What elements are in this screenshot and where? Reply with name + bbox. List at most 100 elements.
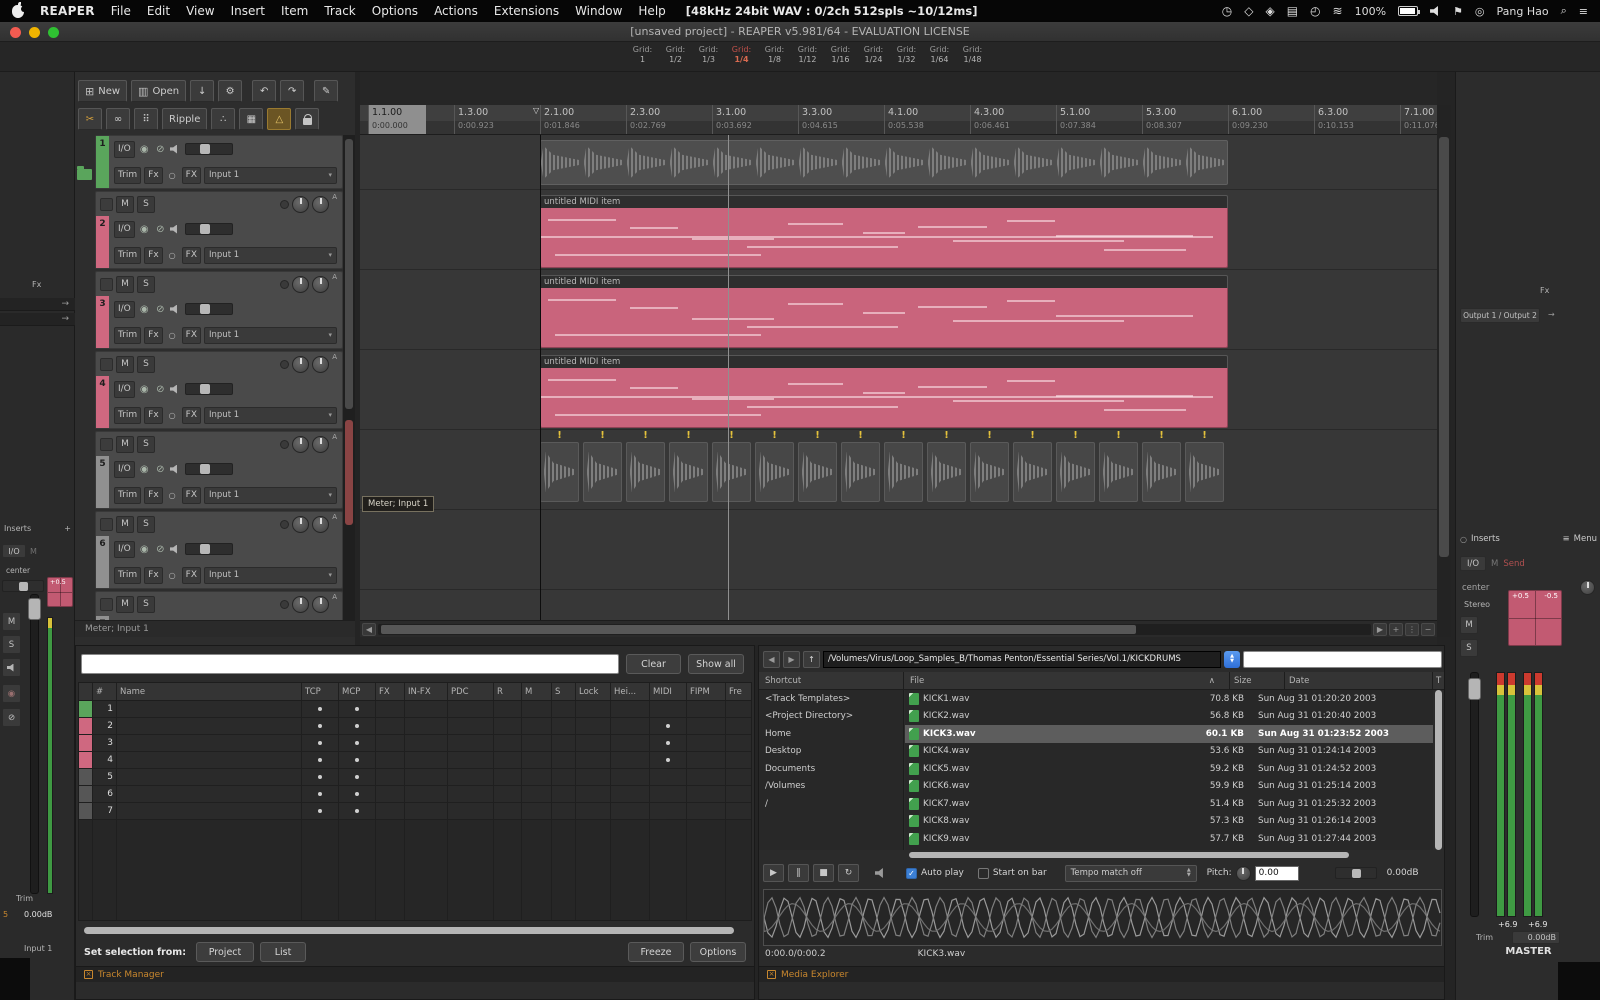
file-row-kick3-wav[interactable]: KICK3.wav60.1 KBSun Aug 31 01:23:52 2003: [905, 725, 1433, 743]
tempo-match-select[interactable]: Tempo match off ▲▼: [1065, 865, 1197, 882]
lock-button[interactable]: [295, 108, 319, 130]
pan-knob[interactable]: [292, 356, 309, 373]
close-tab-icon[interactable]: ×: [84, 970, 93, 979]
track-manager-row-3[interactable]: 3: [79, 735, 751, 752]
midi-item[interactable]: untitled MIDI item: [540, 275, 1228, 348]
menu-actions[interactable]: Actions: [434, 4, 478, 18]
file-row-kick7-wav[interactable]: KICK7.wav51.4 KBSun Aug 31 01:25:32 2003: [905, 795, 1433, 813]
fx-chain-button[interactable]: FX: [182, 247, 201, 264]
track-folder-button[interactable]: [100, 438, 113, 451]
preview-stop-button[interactable]: ■: [813, 864, 834, 882]
track-table-hscrollbar[interactable]: [84, 927, 734, 934]
control-center-icon[interactable]: ≡: [1579, 5, 1588, 18]
ruler-mark-4.1.00[interactable]: 4.1.000:05.538: [884, 105, 924, 135]
keyboard-flag-icon[interactable]: ⚑: [1453, 5, 1463, 18]
grid-option-1-48[interactable]: Grid:1/48: [960, 45, 985, 64]
file-row-kick4-wav[interactable]: KICK4.wav53.6 KBSun Aug 31 01:24:14 2003: [905, 743, 1433, 761]
fx-button[interactable]: Fx: [144, 487, 163, 504]
leftstrip-input-label[interactable]: Input 1: [24, 944, 52, 953]
kick-audio-item[interactable]: !: [798, 430, 837, 506]
input-selector[interactable]: Input 1▾: [204, 247, 337, 264]
start-on-bar-checkbox[interactable]: [978, 868, 989, 879]
monitor-icon[interactable]: ⊘: [154, 464, 167, 475]
width-knob[interactable]: [312, 596, 329, 613]
kick-audio-item[interactable]: !: [669, 430, 708, 506]
preview-loop-button[interactable]: ↻: [838, 864, 859, 882]
track-folder-button[interactable]: [100, 358, 113, 371]
file-row-kick6-wav[interactable]: KICK6.wav59.9 KBSun Aug 31 01:25:14 2003: [905, 778, 1433, 796]
shortcut-item[interactable]: Home: [759, 725, 903, 743]
master-solo-button[interactable]: S: [1460, 639, 1478, 657]
kick-audio-item[interactable]: !: [626, 430, 665, 506]
tag-icon[interactable]: ◈: [1265, 4, 1274, 18]
vscroll-thumb[interactable]: [1439, 137, 1449, 557]
zoom-window-button[interactable]: [48, 27, 59, 38]
record-arm-icon[interactable]: ◉: [138, 384, 151, 395]
ruler-mark-6.3.00[interactable]: 6.3.000:10.153: [1314, 105, 1354, 135]
file-column-header[interactable]: File∧: [904, 676, 1229, 686]
tcp-track-3[interactable]: 3MSAI/O◉⊘TrimFx○FXInput 1▾: [95, 271, 343, 349]
master-trim-value[interactable]: 0.00dB: [1512, 931, 1560, 944]
master-mute-button[interactable]: M: [1460, 616, 1478, 634]
leftstrip-inserts-label[interactable]: Inserts: [4, 524, 31, 533]
master-pan-knob[interactable]: [1580, 580, 1595, 595]
fx-button[interactable]: Fx: [144, 247, 163, 264]
tcp-track-7[interactable]: 7MSAI/O◉⊘TrimFx○FXInput 1▾: [95, 591, 343, 620]
tm-col-num[interactable]: #: [93, 683, 117, 700]
tm-col-infx[interactable]: IN-FX: [405, 683, 448, 700]
fx-chain-button[interactable]: FX: [182, 567, 201, 584]
nav-forward-button[interactable]: ▶: [783, 651, 800, 668]
apple-menu-icon[interactable]: [12, 5, 24, 18]
fx-chain-button[interactable]: FX: [182, 167, 201, 184]
width-knob[interactable]: [312, 276, 329, 293]
kick-audio-item[interactable]: !: [712, 430, 751, 506]
pan-knob[interactable]: [292, 516, 309, 533]
tm-col-lock[interactable]: Lock: [576, 683, 611, 700]
input-selector[interactable]: Input 1▾: [204, 407, 337, 424]
scroll-grip[interactable]: ⋮: [1405, 623, 1419, 636]
file-row-kick9-wav[interactable]: KICK9.wav57.7 KBSun Aug 31 01:27:44 2003: [905, 830, 1433, 848]
volume-fader[interactable]: [185, 223, 233, 235]
speaker-icon[interactable]: [170, 465, 180, 474]
grid-option-1-64[interactable]: Grid:1/64: [927, 45, 952, 64]
master-stereo-label[interactable]: Stereo: [1464, 600, 1490, 609]
leftstrip-mute-button[interactable]: M: [2, 612, 21, 631]
kick-audio-item[interactable]: !: [583, 430, 622, 506]
envelope-points-button[interactable]: ⠿: [134, 108, 158, 130]
tm-col-name[interactable]: Name: [117, 683, 302, 700]
leftstrip-pan-display[interactable]: +0.5: [47, 577, 73, 607]
input-selector[interactable]: Input 1▾: [204, 487, 337, 504]
menu-file[interactable]: File: [111, 4, 131, 18]
master-inserts-label[interactable]: Inserts: [1471, 534, 1500, 544]
grid-option-1-2[interactable]: Grid:1/2: [663, 45, 688, 64]
ruler-mark-2.1.00[interactable]: 2.1.000:01.846: [540, 105, 580, 135]
metronome-button[interactable]: △: [267, 108, 291, 130]
ruler-mark-7.1.00[interactable]: 7.1.000:11.076: [1400, 105, 1437, 135]
mute-button[interactable]: M: [116, 276, 134, 293]
file-list-vscrollbar[interactable]: [1435, 690, 1442, 850]
send-slot[interactable]: →: [0, 313, 75, 326]
io-button[interactable]: I/O: [114, 461, 135, 478]
mute-button[interactable]: M: [116, 196, 134, 213]
tm-col-fipm[interactable]: FIPM: [687, 683, 726, 700]
fx-chain-button[interactable]: FX: [182, 487, 201, 504]
volume-fader[interactable]: [185, 303, 233, 315]
tm-col-mcp[interactable]: MCP: [339, 683, 376, 700]
volume-fader[interactable]: [185, 383, 233, 395]
menu-extensions[interactable]: Extensions: [494, 4, 559, 18]
monitor-icon[interactable]: ⊘: [154, 304, 167, 315]
tcp-track-2[interactable]: 2MSAI/O◉⊘TrimFx○FXInput 1▾: [95, 191, 343, 269]
mute-button[interactable]: M: [116, 356, 134, 373]
grid-option-1-16[interactable]: Grid:1/16: [828, 45, 853, 64]
master-menu-label[interactable]: Menu: [1574, 534, 1597, 544]
file-list-hscrollbar[interactable]: [909, 852, 1349, 858]
open-project-button[interactable]: ▥Open: [131, 80, 186, 102]
mute-button[interactable]: M: [116, 516, 134, 533]
io-button[interactable]: I/O: [114, 381, 135, 398]
fx-button[interactable]: Fx: [144, 567, 163, 584]
grid-option-1-4[interactable]: Grid:1/4: [729, 45, 754, 64]
input-selector[interactable]: Input 1▾: [204, 567, 337, 584]
master-name[interactable]: MASTER: [1456, 946, 1600, 957]
grid-button[interactable]: ▦: [239, 108, 263, 130]
ruler-mark-3.1.00[interactable]: 3.1.000:03.692: [712, 105, 752, 135]
